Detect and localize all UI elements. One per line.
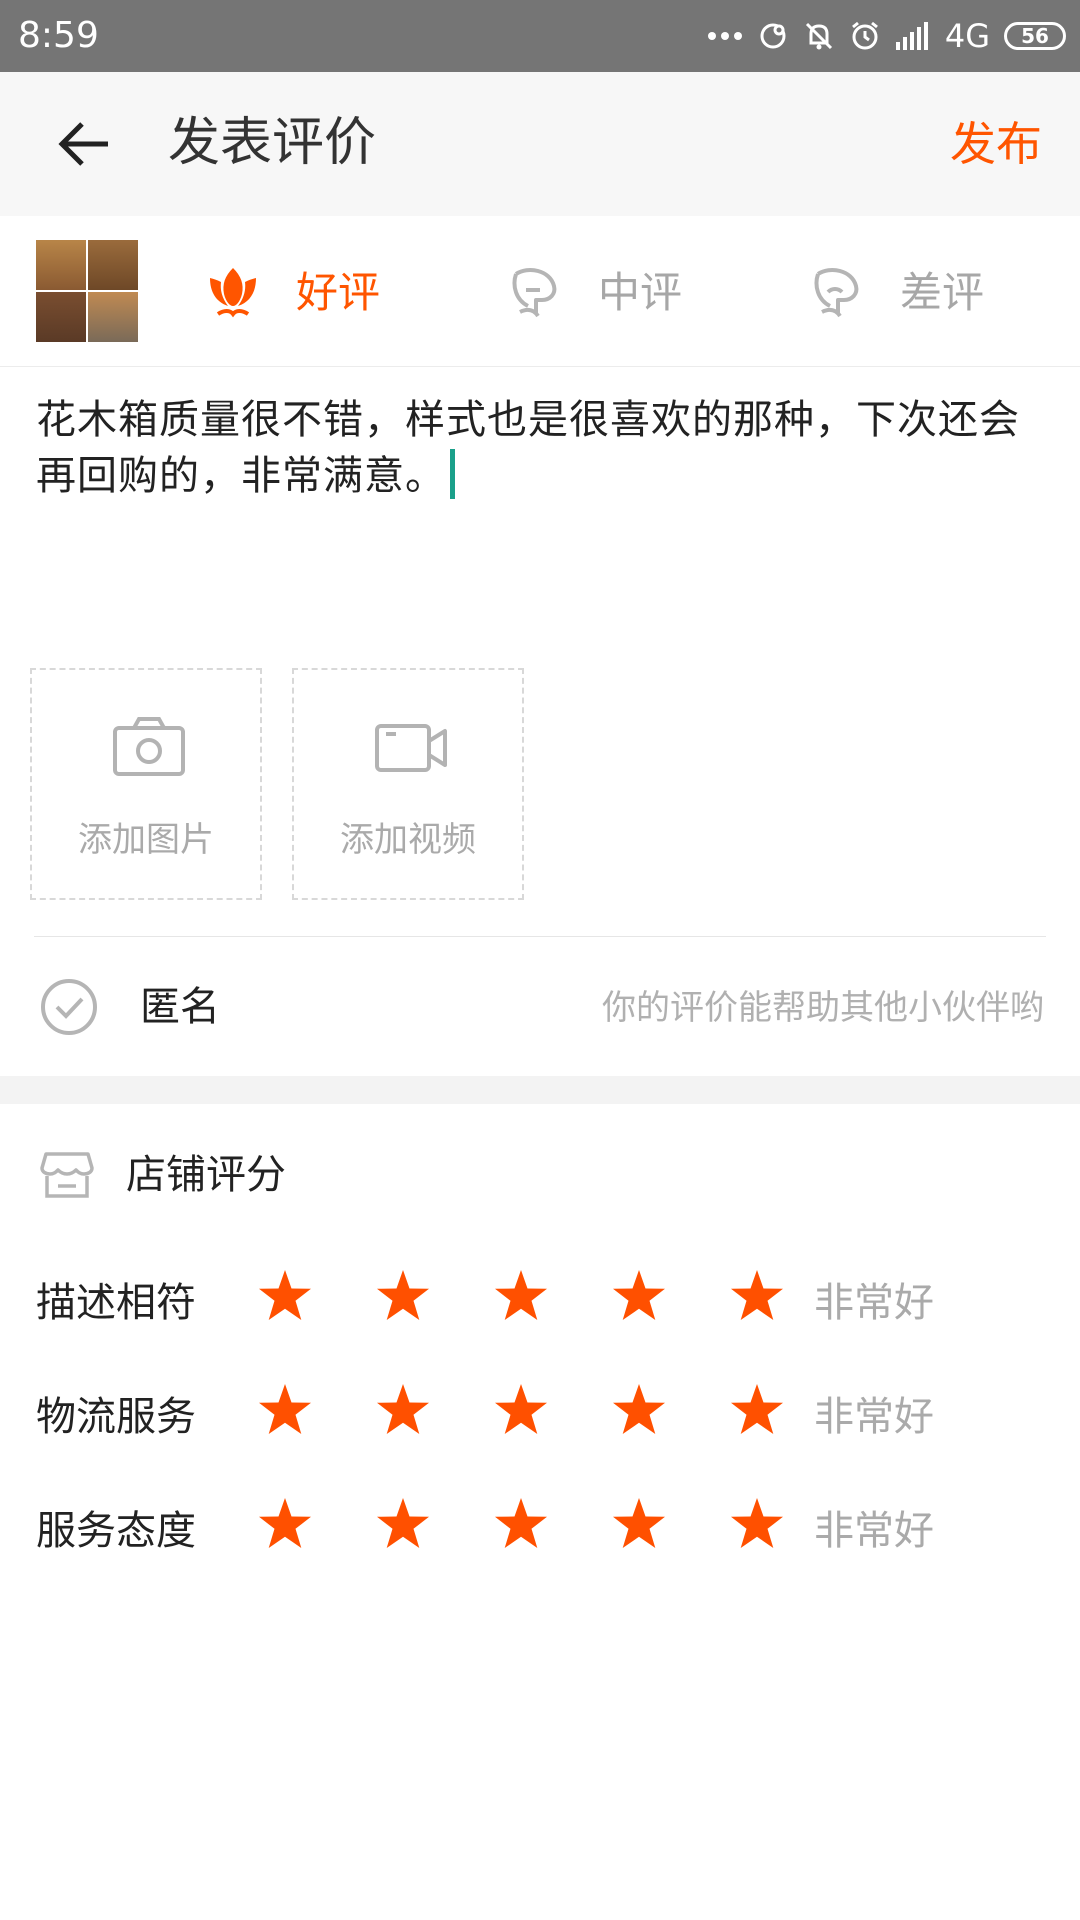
sad-face-icon (808, 264, 866, 322)
rating-row-description: 描述相符 非常好 (0, 1268, 1080, 1338)
tab-good-review[interactable]: 好评 (204, 264, 380, 322)
star-icon[interactable] (728, 1268, 786, 1326)
mute-bell-icon (803, 20, 835, 52)
star-icon[interactable] (610, 1268, 668, 1326)
review-text: 花木箱质量很不错，样式也是很喜欢的那种，下次还会再回购的，非常满意。 (36, 397, 1020, 499)
alarm-icon (849, 20, 881, 52)
star-icon[interactable] (492, 1382, 550, 1440)
star-icon[interactable] (610, 1496, 668, 1554)
rating-row-label: 描述相符 (36, 1280, 196, 1326)
publish-button[interactable]: 发布 (950, 112, 1042, 176)
rating-row-label: 物流服务 (36, 1394, 196, 1440)
add-photo-button[interactable]: 添加图片 (30, 668, 262, 900)
tab-good-label: 好评 (296, 268, 381, 317)
star-icon[interactable] (610, 1382, 668, 1440)
star-icon[interactable] (256, 1268, 314, 1326)
rating-row-label: 服务态度 (36, 1508, 196, 1554)
star-icon[interactable] (374, 1382, 432, 1440)
check-circle-icon (40, 979, 98, 1040)
star-icon[interactable] (492, 1268, 550, 1326)
status-icons: 4G 56 (707, 14, 1066, 58)
tab-neutral-review[interactable]: 中评 (506, 264, 682, 322)
rating-selector: 好评 中评 差评 (0, 216, 1080, 366)
star-group (256, 1382, 786, 1452)
star-icon[interactable] (728, 1382, 786, 1440)
product-thumbnail (36, 240, 138, 342)
review-text-area[interactable]: 花木箱质量很不错，样式也是很喜欢的那种，下次还会再回购的，非常满意。 (36, 392, 1046, 504)
rating-row-service: 服务态度 非常好 (0, 1496, 1080, 1566)
tab-bad-review[interactable]: 差评 (808, 264, 984, 322)
star-group (256, 1496, 786, 1566)
add-photo-label: 添加图片 (78, 820, 214, 860)
star-icon[interactable] (374, 1496, 432, 1554)
video-camera-icon (374, 714, 448, 778)
sync-icon (757, 20, 789, 52)
star-icon[interactable] (256, 1382, 314, 1440)
section-separator (0, 1076, 1080, 1104)
page-title: 发表评价 (168, 113, 377, 173)
camera-icon (112, 714, 186, 778)
add-video-label: 添加视频 (340, 820, 476, 860)
anonymous-hint: 你的评价能帮助其他小伙伴哟 (602, 988, 1044, 1028)
rating-row-logistics: 物流服务 非常好 (0, 1382, 1080, 1452)
store-rating-title: 店铺评分 (126, 1152, 286, 1198)
tab-neutral-label: 中评 (598, 268, 683, 317)
rating-value-text: 非常好 (814, 1508, 934, 1554)
signal-icon (895, 22, 931, 50)
store-icon (40, 1150, 94, 1200)
anonymous-label: 匿名 (140, 984, 220, 1030)
star-icon[interactable] (256, 1496, 314, 1554)
flower-icon (204, 264, 262, 322)
anonymous-checkbox[interactable] (40, 978, 98, 1036)
star-icon[interactable] (374, 1268, 432, 1326)
star-icon[interactable] (492, 1496, 550, 1554)
text-cursor (450, 449, 455, 499)
app-bar: 发表评价 发布 (0, 72, 1080, 216)
divider (0, 366, 1080, 367)
neutral-face-icon (506, 264, 564, 322)
status-time: 8:59 (18, 15, 99, 56)
more-dots-icon (707, 30, 743, 42)
status-bar: 8:59 4G 56 (0, 0, 1080, 72)
battery-indicator: 56 (1004, 22, 1066, 50)
rating-value-text: 非常好 (814, 1394, 934, 1440)
divider (34, 936, 1046, 937)
star-group (256, 1268, 786, 1338)
rating-value-text: 非常好 (814, 1280, 934, 1326)
back-arrow-icon[interactable] (56, 116, 112, 172)
network-type: 4G (944, 17, 990, 55)
tab-bad-label: 差评 (900, 268, 985, 317)
add-video-button[interactable]: 添加视频 (292, 668, 524, 900)
star-icon[interactable] (728, 1496, 786, 1554)
